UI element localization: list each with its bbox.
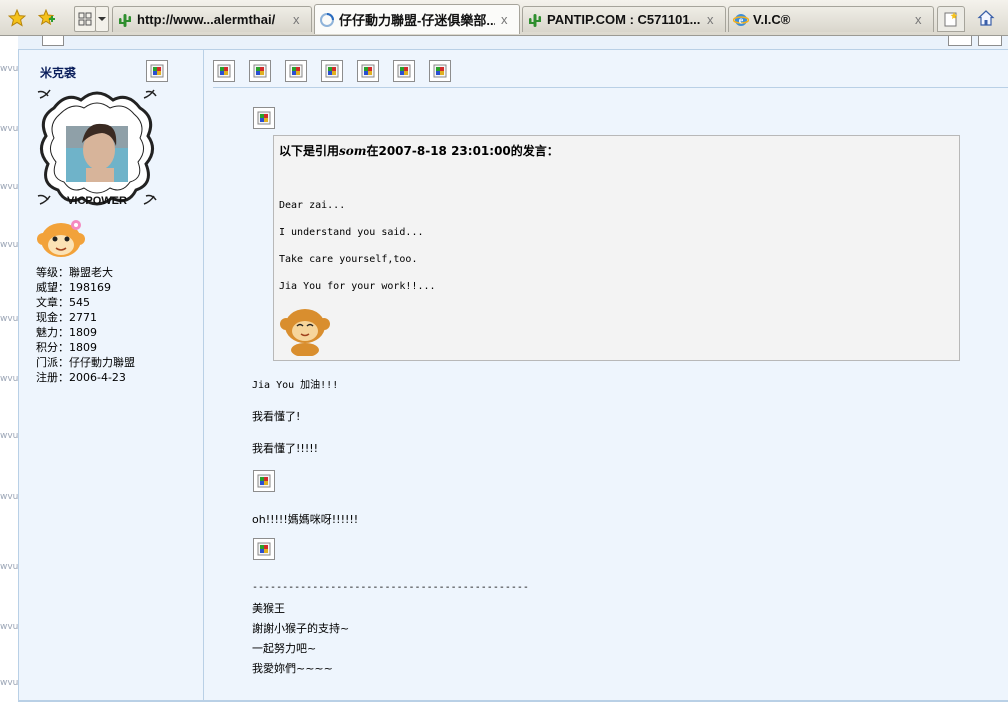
- quote-header: 以下是引用som在2007-8-18 23:01:00的发言：: [279, 144, 559, 158]
- user-avatar: VICPOWER: [36, 88, 158, 208]
- monkey-emoticon-icon: [36, 212, 86, 262]
- tab-label: 仔仔動力聯盟-仔迷俱樂部...: [339, 13, 495, 28]
- tab-label: PANTIP.COM : C571101...: [547, 12, 701, 27]
- loading-ring-icon: [320, 12, 334, 27]
- gutter-mark: wvu: [0, 562, 19, 572]
- tab-close-icon[interactable]: x: [293, 12, 305, 27]
- svg-text:e: e: [739, 15, 744, 26]
- forum-page: wvu wvu wvu wvu wvu wvu wvu wvu wvu wvu …: [0, 36, 1008, 706]
- broken-image-icon: [146, 60, 168, 82]
- tab-pantip[interactable]: PANTIP.COM : C571101... x: [522, 6, 726, 32]
- post-header-divider: [213, 87, 1008, 88]
- quote-line: I understand you said...: [279, 227, 424, 238]
- signature-separator: ----------------------------------------…: [252, 582, 529, 593]
- gutter-mark: wvu: [0, 431, 19, 441]
- signature: 美猴王 謝謝小猴子的支持~ 一起努力吧~ 我愛妳們~~~~: [252, 599, 349, 679]
- gutter-mark: wvu: [0, 314, 19, 324]
- signature-line: 美猴王: [252, 602, 285, 615]
- quote-line: Dear zai...: [279, 200, 346, 211]
- tab-zaizai-forum[interactable]: 仔仔動力聯盟-仔迷俱樂部... x: [314, 4, 520, 34]
- tab-close-icon[interactable]: x: [915, 12, 927, 27]
- stat-row: 注册：2006-4-23: [36, 371, 126, 384]
- tab-close-icon[interactable]: x: [501, 12, 513, 27]
- stat-row: 魅力：1809: [36, 326, 97, 339]
- post-line: 我看懂了!!!!!: [252, 442, 319, 455]
- gutter-mark: wvu: [0, 182, 19, 192]
- gutter-mark: wvu: [0, 492, 19, 502]
- stat-row: 积分：1809: [36, 341, 97, 354]
- cactus-icon: [119, 13, 131, 27]
- stat-row: 现金：2771: [36, 311, 97, 324]
- broken-image-icon: [253, 470, 275, 492]
- quote-line: Take care yourself,too.: [279, 254, 418, 265]
- gutter-mark: wvu: [0, 622, 19, 632]
- post-toolbar-button[interactable]: [393, 60, 415, 82]
- gutter-mark: wvu: [0, 240, 19, 250]
- post-toolbar-button[interactable]: [321, 60, 343, 82]
- post-toolbar-button[interactable]: [285, 60, 307, 82]
- favorites-star-icon[interactable]: [6, 6, 28, 30]
- post-toolbar-button[interactable]: [357, 60, 379, 82]
- new-tab-icon[interactable]: [937, 6, 965, 32]
- quote-line: Jia You for your work!!...: [279, 281, 436, 292]
- tab-close-icon[interactable]: x: [707, 12, 719, 27]
- browser-tab-strip: http://www...alermthai/ x 仔仔動力聯盟-仔迷俱樂部..…: [0, 0, 1008, 36]
- column-divider: [203, 50, 204, 700]
- tab-list-dropdown-icon[interactable]: [95, 6, 109, 32]
- ie-globe-icon: e: [733, 13, 749, 26]
- top-band: [18, 36, 1008, 50]
- broken-image-icon: [948, 36, 972, 46]
- left-gutter: wvu wvu wvu wvu wvu wvu wvu wvu wvu wvu …: [0, 36, 18, 706]
- broken-image-icon: [253, 538, 275, 560]
- post-line: 我看懂了!: [252, 410, 301, 423]
- tab-label: V.I.C®: [753, 12, 791, 27]
- gutter-mark: wvu: [0, 124, 19, 134]
- signature-line: 我愛妳們~~~~: [252, 662, 333, 675]
- cactus-icon: [529, 13, 541, 27]
- signature-line: 一起努力吧~: [252, 642, 317, 655]
- quote-author: som: [339, 144, 367, 158]
- monkey-shy-emoticon-icon: [279, 304, 331, 357]
- broken-image-icon: [42, 36, 64, 46]
- tab-vic[interactable]: e V.I.C® x: [728, 6, 934, 32]
- post-author-name[interactable]: 米克裘: [40, 64, 76, 81]
- stat-row: 门派：仔仔動力聯盟: [36, 356, 135, 369]
- tab-alermthai[interactable]: http://www...alermthai/ x: [112, 6, 312, 32]
- stat-row: 威望：198169: [36, 281, 111, 294]
- gutter-mark: wvu: [0, 678, 19, 688]
- avatar-caption: VICPOWER: [67, 195, 127, 207]
- stat-row: 文章：545: [36, 296, 90, 309]
- broken-image-icon: [253, 107, 275, 129]
- home-icon[interactable]: [974, 6, 998, 30]
- stat-row: 等级：聯盟老大: [36, 266, 113, 279]
- post-line: Jia You 加油!!!: [252, 380, 339, 391]
- post-frame: 米克裘 VICPOWER 等级：聯盟老大 威望：198169 文章：545 现金…: [18, 50, 1008, 702]
- quick-tabs-grid-icon[interactable]: [74, 6, 96, 32]
- post-toolbar-button[interactable]: [429, 60, 451, 82]
- post-toolbar-button[interactable]: [249, 60, 271, 82]
- signature-line: 謝謝小猴子的支持~: [252, 622, 350, 635]
- add-favorite-icon[interactable]: [36, 6, 58, 30]
- broken-image-icon: [978, 36, 1002, 46]
- quote-block: 以下是引用som在2007-8-18 23:01:00的发言： Dear zai…: [273, 135, 960, 361]
- post-toolbar-button[interactable]: [213, 60, 235, 82]
- gutter-mark: wvu: [0, 374, 19, 384]
- user-stats: 等级：聯盟老大 威望：198169 文章：545 现金：2771 魅力：1809…: [36, 265, 135, 385]
- post-line: oh!!!!!媽媽咪呀!!!!!!: [252, 513, 359, 526]
- gutter-mark: wvu: [0, 64, 19, 74]
- tab-label: http://www...alermthai/: [137, 12, 276, 27]
